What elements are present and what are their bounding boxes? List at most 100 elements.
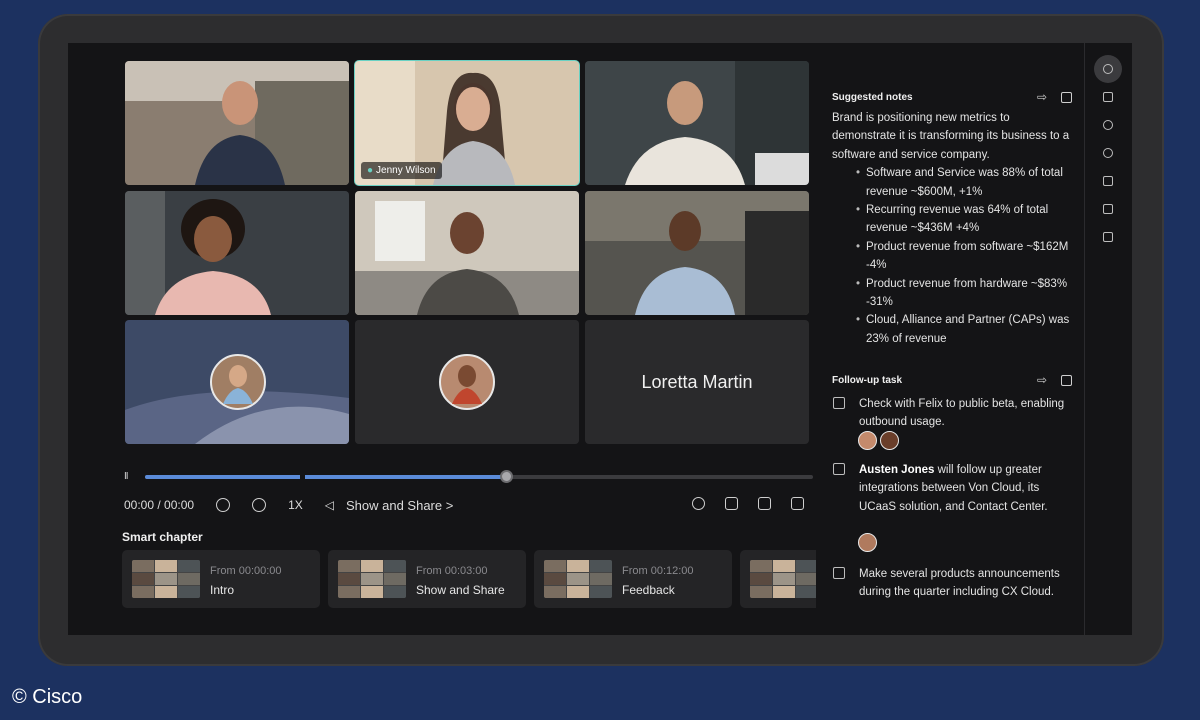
notes-body: Brand is positioning new metrics to demo…: [832, 109, 1072, 348]
chevron-right-icon: >: [445, 497, 454, 513]
thumbnail-cell: [178, 560, 200, 572]
thumbnail-cell: [773, 573, 795, 585]
avatar[interactable]: [858, 431, 877, 450]
thumbnail-cell: [178, 573, 200, 585]
chapter-label: Show and Share: [416, 583, 505, 597]
thumbnail-cell: [338, 560, 360, 572]
chart-icon[interactable]: [1094, 195, 1122, 223]
thumbnail-cell: [132, 560, 154, 572]
chapter-selector[interactable]: Show and Share >: [346, 498, 453, 513]
thumbnail-cell: [590, 560, 612, 572]
thumbnail-cell: [544, 560, 566, 572]
smart-chapter-title: Smart chapter: [122, 530, 203, 544]
notes-panel: Suggested notes ⇨ Brand is positioning n…: [832, 43, 1084, 635]
thumbnail-cell: [796, 560, 816, 572]
chapter-thumbnail: [750, 560, 816, 598]
participant-video: [585, 191, 809, 315]
thumbnail-cell: [590, 586, 612, 598]
lightbulb-icon[interactable]: [1094, 55, 1122, 83]
video-tile-4[interactable]: [125, 191, 349, 315]
thumbnail-cell: [132, 586, 154, 598]
panel-divider: [1084, 43, 1085, 635]
participant-avatar: [355, 320, 579, 444]
task-checkbox[interactable]: [833, 397, 845, 409]
task-text: Check with Felix to public beta, enablin…: [859, 398, 1065, 429]
task-assignees: [858, 431, 902, 455]
video-tile-8[interactable]: [355, 320, 579, 444]
chapter-card[interactable]: From 00:00:00 Intro: [122, 550, 320, 608]
video-tile-placeholder[interactable]: Loretta Martin: [585, 320, 809, 444]
forward-icon[interactable]: [252, 498, 267, 512]
thumbnail-cell: [361, 560, 383, 572]
progress-bar[interactable]: [145, 470, 813, 483]
share-arrow-icon[interactable]: ⇨: [1037, 374, 1049, 386]
avatar[interactable]: [858, 533, 877, 552]
list-item: Product revenue from software ~$162M -4%: [856, 238, 1072, 275]
progress-fill: [145, 475, 506, 479]
participant-video: [355, 191, 579, 315]
participant-name: Loretta Martin: [641, 371, 753, 392]
pause-button[interactable]: II: [124, 471, 128, 482]
video-tile-5[interactable]: [355, 191, 579, 315]
chat-icon[interactable]: [1094, 139, 1122, 167]
followup-actions: ⇨: [1025, 374, 1072, 386]
question-icon[interactable]: [1094, 167, 1122, 195]
avatar[interactable]: [880, 431, 899, 450]
task-text: Austen Jones will follow up greater inte…: [859, 464, 1048, 513]
rewind-icon[interactable]: [216, 498, 231, 512]
settings-icon[interactable]: [692, 497, 705, 510]
fullscreen-icon[interactable]: [791, 497, 804, 510]
chapter-marker: [300, 474, 305, 480]
notes-actions: ⇨: [1025, 91, 1072, 103]
chapter-card[interactable]: From 00:12:00 Feedback: [534, 550, 732, 608]
copy-icon[interactable]: [1061, 92, 1072, 103]
progress-handle[interactable]: [499, 470, 513, 483]
microphone-icon: ●: [367, 165, 374, 176]
task-checkbox[interactable]: [833, 567, 845, 579]
thumbnail-cell: [544, 573, 566, 585]
thumbnail-cell: [773, 586, 795, 598]
picture-in-picture-icon[interactable]: [758, 497, 771, 510]
list-item: Cloud, Alliance and Partner (CAPs) was 2…: [856, 311, 1072, 348]
participant-video: [125, 320, 349, 444]
volume-icon[interactable]: ◁: [325, 498, 334, 512]
chapter-start: From 00:12:00: [622, 565, 694, 577]
copy-icon[interactable]: [1061, 375, 1072, 386]
bookmark-icon[interactable]: [1094, 223, 1122, 251]
speed-button[interactable]: 1X: [288, 498, 303, 512]
thumbnail-cell: [567, 573, 589, 585]
player-controls: 00:00 / 00:00 1X ◁ Show and Share >: [124, 495, 453, 515]
video-tile-7[interactable]: [125, 320, 349, 444]
thumbnail-cell: [590, 573, 612, 585]
time-readout: 00:00 / 00:00: [124, 498, 195, 512]
chapter-card[interactable]: From 00:03:00 Show and Share: [328, 550, 526, 608]
suggested-notes-title: Suggested notes: [832, 92, 913, 103]
chapter-label: Feedback: [622, 583, 675, 597]
speaker-name-tag: ● Jenny Wilson: [361, 162, 442, 179]
thumbnail-cell: [750, 586, 772, 598]
thumbnail-cell: [132, 573, 154, 585]
list-item: Product revenue from hardware ~$83% -31%: [856, 275, 1072, 312]
video-tile-1[interactable]: [125, 61, 349, 185]
thumbnail-cell: [155, 560, 177, 572]
notes-intro: Brand is positioning new metrics to demo…: [832, 112, 1070, 161]
captions-icon[interactable]: [725, 497, 738, 510]
chapter-thumbnail: [338, 560, 406, 598]
list-item: Software and Service was 88% of total re…: [856, 164, 1072, 201]
task-checkbox[interactable]: [833, 463, 845, 475]
participant-video: [125, 191, 349, 315]
thumbnail-cell: [155, 573, 177, 585]
list-icon[interactable]: [1094, 83, 1122, 111]
people-icon[interactable]: [1094, 111, 1122, 139]
video-tile-3[interactable]: [585, 61, 809, 185]
chapter-start: From 00:00:00: [210, 565, 282, 577]
share-arrow-icon[interactable]: ⇨: [1037, 91, 1049, 103]
participant-video: [125, 61, 349, 185]
followup-title: Follow-up task: [832, 375, 902, 386]
participant-video: [585, 61, 809, 185]
thumbnail-cell: [796, 586, 816, 598]
chapter-card[interactable]: [740, 550, 816, 608]
thumbnail-cell: [361, 573, 383, 585]
video-tile-6[interactable]: [585, 191, 809, 315]
video-tile-active-speaker[interactable]: ● Jenny Wilson: [354, 60, 580, 186]
